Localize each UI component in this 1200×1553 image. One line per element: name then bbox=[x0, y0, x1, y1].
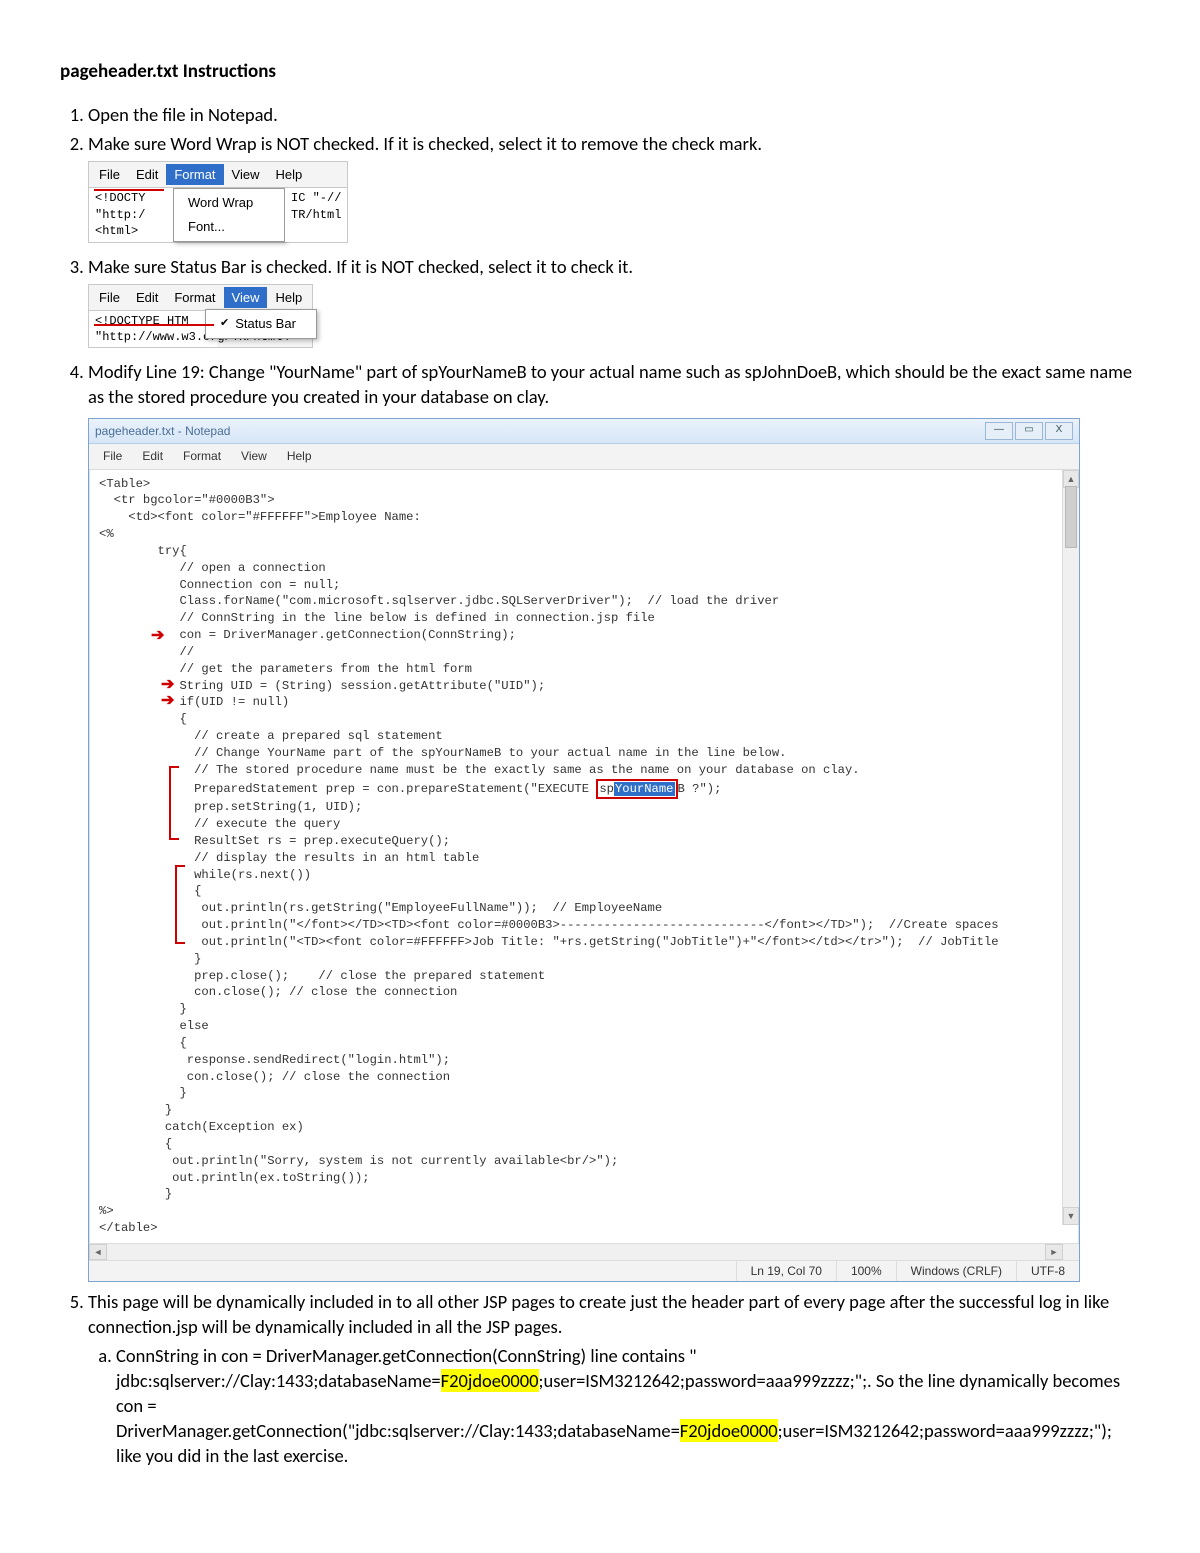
check-icon: ✔ bbox=[220, 316, 229, 331]
mini-right-text: IC "-// TR/html bbox=[285, 188, 347, 241]
mini-body: <!DOCTY "http:/ <html> Word Wrap Font...… bbox=[89, 188, 347, 241]
status-zoom: 100% bbox=[836, 1261, 896, 1281]
step-5: This page will be dynamically included i… bbox=[88, 1290, 1140, 1469]
red-strike-annotation bbox=[94, 189, 164, 191]
instruction-list: Open the file in Notepad. Make sure Word… bbox=[88, 103, 1140, 1469]
status-eol: Windows (CRLF) bbox=[896, 1261, 1016, 1281]
step-2: Make sure Word Wrap is NOT checked. If i… bbox=[88, 132, 1140, 251]
mini-body-2: <!DOCTYPE HTM "http://www.w3.org/TR/html… bbox=[89, 311, 312, 347]
status-encoding: UTF-8 bbox=[1016, 1261, 1079, 1281]
close-button[interactable]: X bbox=[1045, 422, 1073, 440]
step-5a: ConnString in con = DriverManager.getCon… bbox=[116, 1344, 1140, 1469]
highlighted-line: PreparedStatement prep = con.prepareStat… bbox=[194, 782, 721, 796]
step-5-text: This page will be dynamically included i… bbox=[88, 1290, 1109, 1338]
text-selection: YourName bbox=[614, 782, 675, 796]
menu-edit-2[interactable]: Edit bbox=[128, 287, 166, 309]
bracket-annotation bbox=[175, 865, 185, 944]
window-buttons: — ▭ X bbox=[985, 422, 1073, 440]
step-4-text: Modify Line 19: Change "YourName" part o… bbox=[88, 360, 1132, 408]
menu-help-2[interactable]: Help bbox=[267, 287, 310, 309]
scroll-thumb[interactable] bbox=[1065, 486, 1077, 548]
horizontal-scrollbar[interactable]: ◄ ► bbox=[89, 1243, 1079, 1260]
arrow-icon: ➔ bbox=[161, 693, 174, 709]
menu-edit[interactable]: Edit bbox=[128, 164, 166, 186]
big-menu-view[interactable]: View bbox=[231, 446, 277, 466]
window-title: pageheader.txt - Notepad bbox=[95, 423, 230, 439]
step-1-text: Open the file in Notepad. bbox=[88, 103, 278, 126]
mini-left-text: <!DOCTY "http:/ <html> bbox=[89, 188, 173, 241]
step-5-sublist: ConnString in con = DriverManager.getCon… bbox=[116, 1344, 1140, 1469]
mini-text-2: <!DOCTYPE HTM "http://www.w3.org/TR/html… bbox=[89, 311, 217, 347]
menu-file-2[interactable]: File bbox=[91, 287, 128, 309]
page-title: pageheader.txt Instructions bbox=[60, 60, 1140, 83]
vertical-scrollbar[interactable]: ▲ ▼ bbox=[1062, 470, 1079, 1225]
format-menu-screenshot: File Edit Format View Help <!DOCTY "http… bbox=[88, 161, 348, 243]
highlight-dbname-2: F20jdoe0000 bbox=[680, 1419, 778, 1442]
menu-file[interactable]: File bbox=[91, 164, 128, 186]
maximize-button[interactable]: ▭ bbox=[1015, 422, 1043, 440]
scroll-left-icon[interactable]: ◄ bbox=[89, 1244, 107, 1260]
code-content[interactable]: <Table> <tr bgcolor="#0000B3"> <td><font… bbox=[89, 470, 1079, 1243]
step-2-text: Make sure Word Wrap is NOT checked. If i… bbox=[88, 132, 762, 155]
menu-view[interactable]: View bbox=[224, 164, 268, 186]
mini-menubar: File Edit Format View Help bbox=[89, 162, 347, 189]
menu-item-statusbar[interactable]: ✔Status Bar bbox=[206, 312, 316, 336]
menu-item-wordwrap[interactable]: Word Wrap bbox=[174, 191, 284, 215]
document-page: pageheader.txt Instructions Open the fil… bbox=[0, 0, 1200, 1553]
menu-format[interactable]: Format bbox=[166, 164, 223, 186]
red-box-annotation: spYourName bbox=[596, 779, 677, 800]
titlebar: pageheader.txt - Notepad — ▭ X bbox=[89, 419, 1079, 444]
red-strike-annotation-2 bbox=[94, 324, 214, 326]
big-menu-file[interactable]: File bbox=[93, 446, 132, 466]
menu-format-2[interactable]: Format bbox=[166, 287, 223, 309]
bracket-annotation bbox=[169, 766, 179, 840]
view-dropdown: ✔Status Bar bbox=[205, 309, 317, 339]
step-3-text: Make sure Status Bar is checked. If it i… bbox=[88, 255, 633, 278]
notepad-screenshot: pageheader.txt - Notepad — ▭ X File Edit… bbox=[88, 418, 1080, 1282]
step-4: Modify Line 19: Change "YourName" part o… bbox=[88, 360, 1140, 1282]
menu-item-font[interactable]: Font... bbox=[174, 215, 284, 239]
big-menu-help[interactable]: Help bbox=[277, 446, 322, 466]
step-1: Open the file in Notepad. bbox=[88, 103, 1140, 128]
big-menu-edit[interactable]: Edit bbox=[132, 446, 173, 466]
status-bar: Ln 19, Col 70 100% Windows (CRLF) UTF-8 bbox=[89, 1260, 1079, 1281]
editor-area: <Table> <tr bgcolor="#0000B3"> <td><font… bbox=[89, 470, 1079, 1243]
menu-view-2[interactable]: View bbox=[224, 287, 268, 309]
format-dropdown: Word Wrap Font... bbox=[173, 188, 285, 241]
big-menu-format[interactable]: Format bbox=[173, 446, 231, 466]
menu-help[interactable]: Help bbox=[267, 164, 310, 186]
arrow-icon: ➔ bbox=[151, 628, 164, 644]
view-menu-screenshot: File Edit Format View Help <!DOCTYPE HTM… bbox=[88, 284, 313, 349]
step-3: Make sure Status Bar is checked. If it i… bbox=[88, 255, 1140, 357]
minimize-button[interactable]: — bbox=[985, 422, 1013, 440]
scroll-down-icon[interactable]: ▼ bbox=[1063, 1207, 1079, 1225]
scroll-right-icon[interactable]: ► bbox=[1045, 1244, 1063, 1260]
mini-menubar-2: File Edit Format View Help bbox=[89, 285, 312, 312]
arrow-icon: ➔ bbox=[161, 677, 174, 693]
big-menubar: File Edit Format View Help bbox=[89, 444, 1079, 469]
status-position: Ln 19, Col 70 bbox=[736, 1261, 836, 1281]
highlight-dbname-1: F20jdoe0000 bbox=[441, 1369, 539, 1392]
